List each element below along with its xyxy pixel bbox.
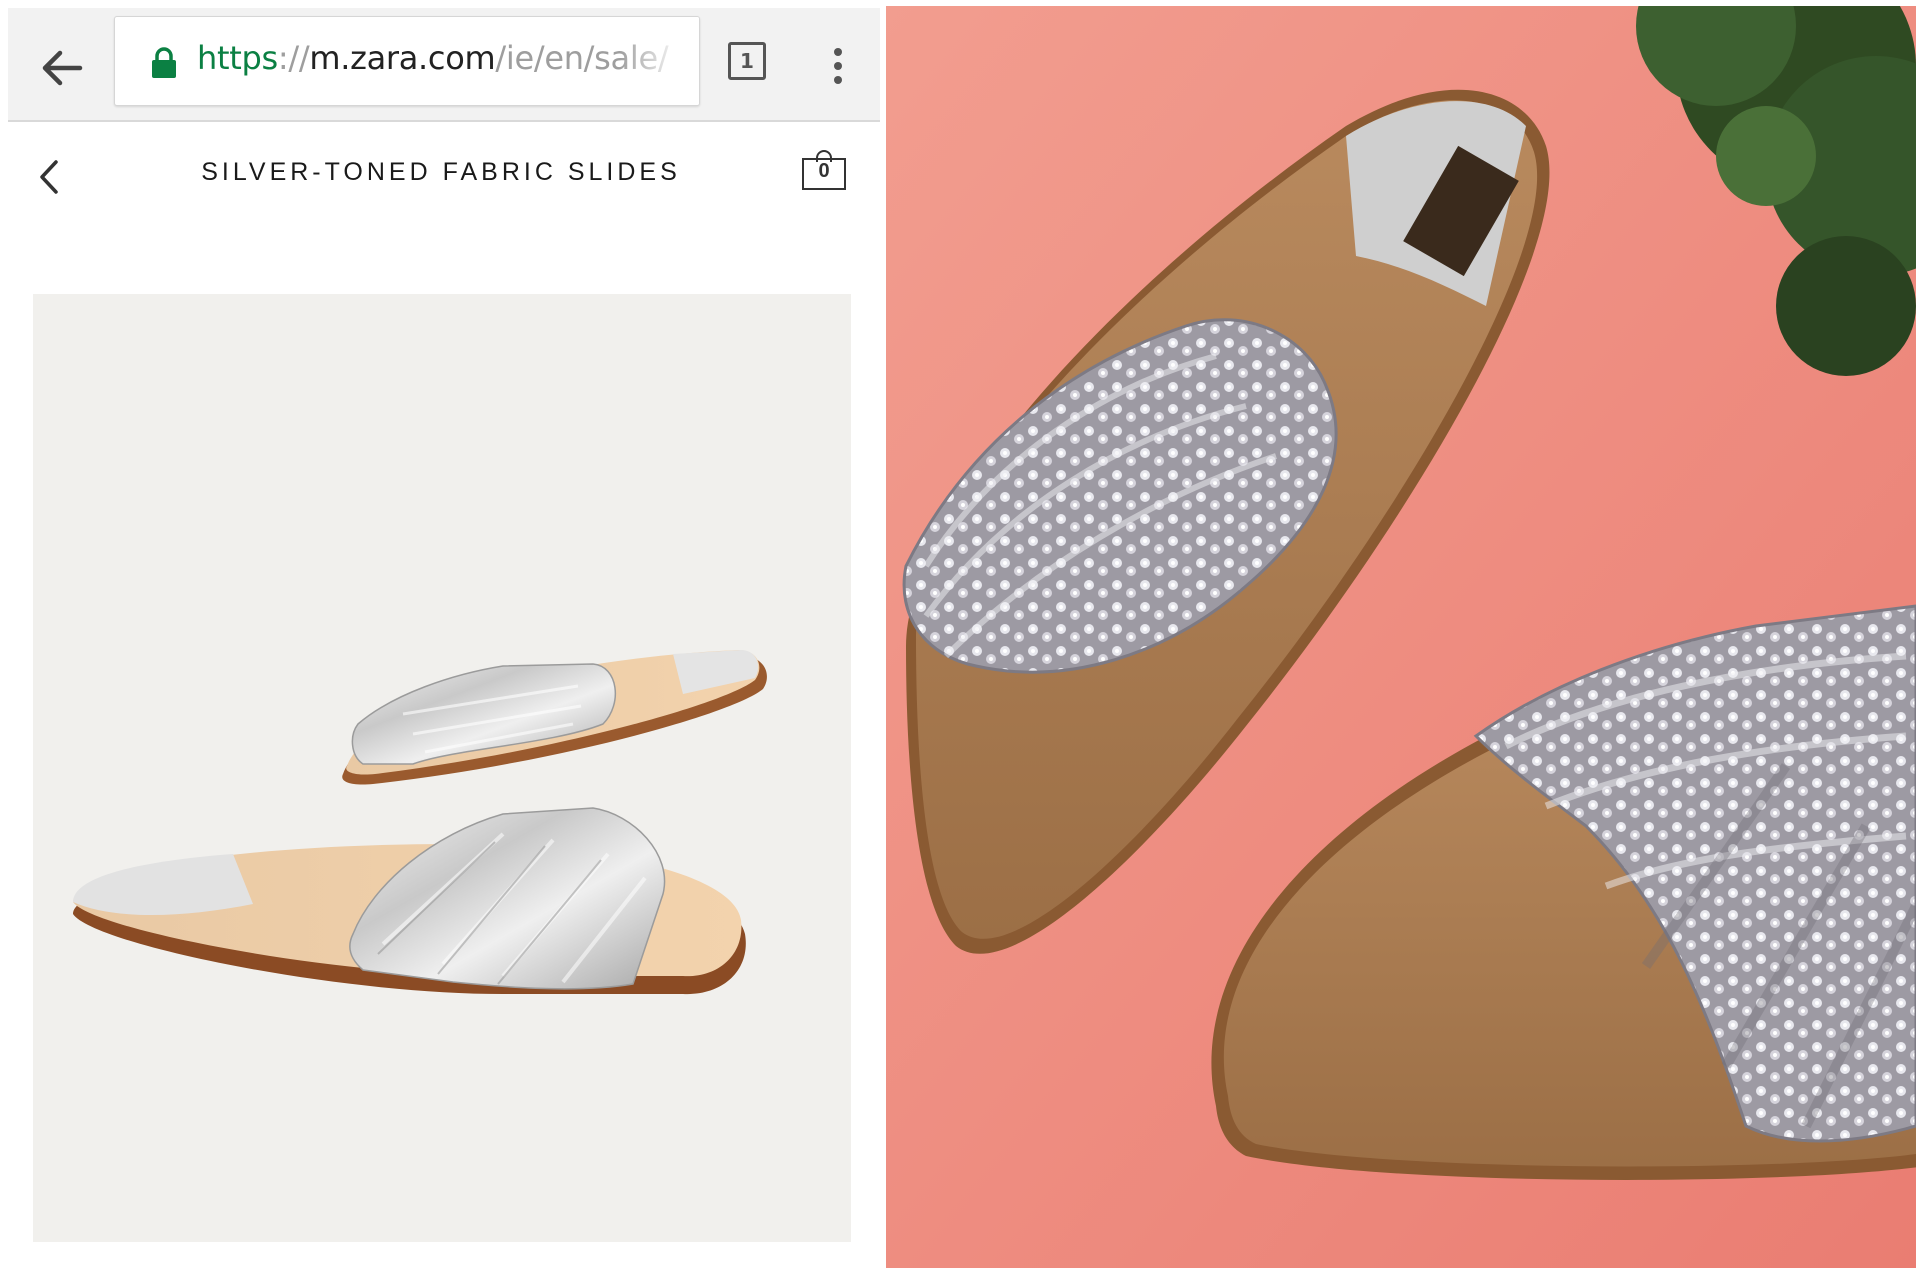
product-image[interactable]	[33, 294, 851, 1242]
address-bar[interactable]: https://m.zara.com/ie/en/sale/	[114, 16, 700, 106]
browser-toolbar: https://m.zara.com/ie/en/sale/ 1	[8, 8, 880, 122]
more-vert-icon[interactable]	[834, 48, 844, 84]
page-title: SILVER-TONED FABRIC SLIDES	[201, 158, 681, 186]
sandals-on-pink-illustration	[886, 6, 1916, 1268]
url-text: https://m.zara.com/ie/en/sale/	[197, 39, 669, 77]
lifestyle-photo	[886, 6, 1916, 1268]
lock-icon	[152, 47, 176, 78]
arrow-left-icon[interactable]	[36, 42, 88, 94]
url-separator: ://	[277, 39, 310, 77]
url-fade	[619, 17, 699, 105]
shopping-bag-icon[interactable]: 0	[802, 150, 846, 190]
mobile-screenshot: https://m.zara.com/ie/en/sale/ 1 SILVER-…	[0, 0, 882, 1272]
tab-switcher-icon[interactable]: 1	[728, 42, 766, 80]
url-host: m.zara.com	[309, 39, 496, 77]
silver-slides-illustration	[73, 650, 767, 995]
url-scheme: https	[197, 39, 278, 77]
site-header: SILVER-TONED FABRIC SLIDES 0	[0, 126, 882, 226]
cart-count: 0	[818, 160, 830, 182]
